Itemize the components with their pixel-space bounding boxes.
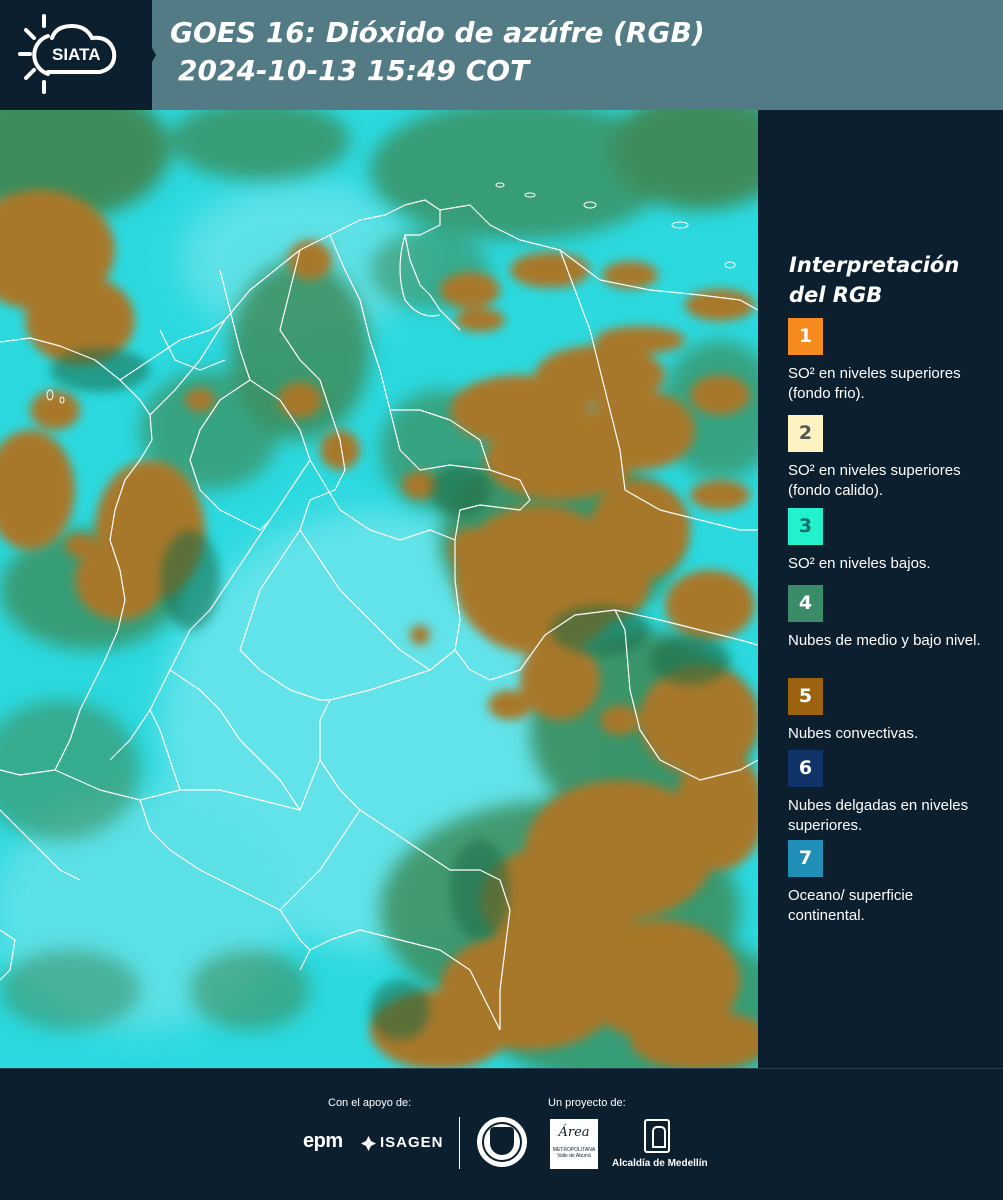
legend-label: SO² en niveles bajos. bbox=[788, 555, 931, 572]
legend-swatch: 4 bbox=[788, 585, 823, 622]
amva-logo[interactable]: Área METROPOLITANA Valle de Aburrá bbox=[550, 1119, 598, 1169]
amva-text: Área bbox=[558, 1125, 590, 1140]
legend-swatch: 1 bbox=[788, 318, 823, 355]
footer-bar: Con el apoyo de: Un proyecto de: epm ISA… bbox=[0, 1068, 1003, 1200]
legend-title: Interpretación del RGB bbox=[789, 253, 960, 307]
legend-swatch: 7 bbox=[788, 840, 823, 877]
project-label: Un proyecto de: bbox=[548, 1097, 626, 1109]
epm-logo[interactable]: epm bbox=[303, 1130, 343, 1153]
legend-label: Oceano/ superficie continental. bbox=[788, 887, 914, 924]
legend-swatch: 2 bbox=[788, 415, 823, 452]
header-bar: SIATA GOES 16: Dióxido de azúfre (RGB) 2… bbox=[0, 0, 1003, 110]
alcaldia-logo[interactable]: Alcaldía de Medellín bbox=[612, 1158, 708, 1169]
title-line-1: GOES 16: Dióxido de azúfre (RGB) bbox=[170, 16, 705, 49]
medellin-seal[interactable] bbox=[477, 1117, 527, 1167]
legend-label: Nubes convectivas. bbox=[788, 725, 919, 742]
legend-panel: Interpretación del RGB 1 SO² en niveles s… bbox=[762, 110, 1003, 1068]
isagen-text: ISAGEN bbox=[380, 1134, 444, 1151]
logo-arrow bbox=[124, 0, 156, 110]
logo-text: SIATA bbox=[52, 45, 100, 64]
seal-shield-icon bbox=[490, 1127, 514, 1155]
sun-icon: SIATA bbox=[18, 14, 117, 94]
footer-divider bbox=[459, 1117, 460, 1169]
legend-swatch: 3 bbox=[788, 508, 823, 545]
legend-label: Nubes de medio y bajo nivel. bbox=[788, 632, 981, 649]
support-label: Con el apoyo de: bbox=[328, 1097, 412, 1109]
legend-label: Nubes delgadas en niveles superiores. bbox=[788, 797, 969, 834]
legend-label: SO² en niveles superiores (fondo frio). bbox=[788, 365, 961, 402]
satellite-map[interactable] bbox=[0, 110, 758, 1068]
alcaldia-shield-icon bbox=[644, 1119, 670, 1153]
isagen-logo[interactable]: ISAGEN bbox=[360, 1134, 444, 1151]
legend-swatch: 5 bbox=[788, 678, 823, 715]
legend-label: SO² en niveles superiores (fondo calido)… bbox=[788, 462, 961, 499]
title-line-2: 2024-10-13 15:49 COT bbox=[178, 54, 530, 87]
rgb-image bbox=[0, 110, 758, 1068]
amva-subtext: METROPOLITANA Valle de Aburrá bbox=[552, 1147, 596, 1159]
page-title: GOES 16: Dióxido de azúfre (RGB) 2024-10… bbox=[170, 14, 705, 90]
legend-swatch: 6 bbox=[788, 750, 823, 787]
